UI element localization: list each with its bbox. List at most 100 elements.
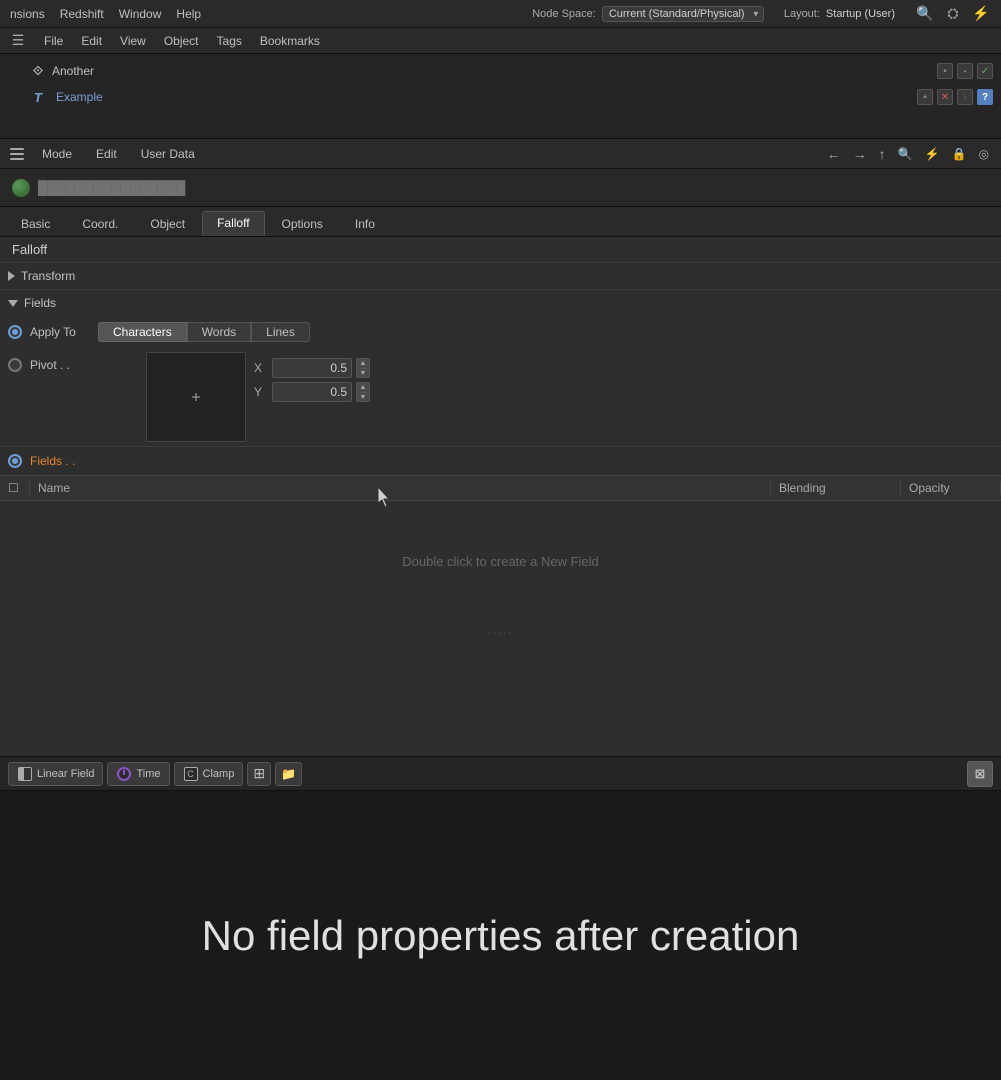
node-space-select[interactable]: Current (Standard/Physical) [602,6,764,22]
tab-basic[interactable]: Basic [6,212,65,236]
edit-label[interactable]: Edit [88,145,125,163]
layout-label: Layout: [784,8,820,20]
fields-list-radio[interactable] [8,454,22,468]
checkbox-icon-example: ▪ [923,92,927,103]
pivot-cross-v [196,393,197,401]
menu-redshift[interactable]: Redshift [60,7,104,21]
filter-icon2[interactable]: ⚡ [921,145,944,163]
x-input[interactable] [272,358,352,378]
checkbox-icon: ▪ [943,66,947,77]
spline-icon: ⟐ [30,63,46,79]
search-icon2[interactable]: 🔍 [894,145,917,163]
y-down-button[interactable]: ▼ [356,392,370,402]
empty-message: Double click to create a New Field [402,554,599,569]
menu-help[interactable]: Help [176,7,201,21]
tab-coord[interactable]: Coord. [67,212,133,236]
fields-table-header: ☐ Name Blending Opacity [0,475,1001,501]
add-field-icon: ⊞ [253,765,265,782]
menu-nsions[interactable]: nsions [10,7,45,21]
folder-button[interactable]: 📁 [275,762,302,786]
x-down-button[interactable]: ▼ [356,368,370,378]
checkbox-example[interactable]: ▪ [917,89,933,105]
menu-file[interactable]: File [36,32,71,50]
menu-bar: ☰ File Edit View Object Tags Bookmarks [0,28,1001,54]
col-opacity: Opacity [901,481,1001,495]
lock-icon[interactable]: 🔒 [948,145,971,163]
bottom-area: No field properties after creation [0,790,1001,1080]
search-icon[interactable]: 🔍 [915,4,935,24]
object-indicator [12,179,30,197]
apply-lines-button[interactable]: Lines [251,322,310,342]
x-label: X [254,361,268,375]
linear-field-button[interactable]: Linear Field [8,762,103,786]
menu-window[interactable]: Window [119,7,162,21]
object-row-another[interactable]: ⟐ Another ▪ • ✓ [0,58,1001,84]
mode-menu-button[interactable] [8,146,26,162]
dot-another[interactable]: • [957,63,973,79]
object-name-another: Another [52,64,931,78]
apply-to-row: Apply To Characters Words Lines [0,316,1001,348]
question-example[interactable]: ? [977,89,993,105]
clamp-label: Clamp [203,768,235,780]
mode-label[interactable]: Mode [34,145,80,163]
back-icon[interactable]: ← [823,144,845,164]
bookmark-icon[interactable]: ⛭ [943,4,963,24]
pivot-label: Pivot . . [30,358,70,372]
filter-icon[interactable]: ⚡ [971,4,991,24]
time-button[interactable]: Time [107,762,169,786]
tabs-bar: Basic Coord. Object Falloff Options Info [0,207,1001,237]
dot2-example[interactable]: ⋮ [957,89,973,105]
object-name-bar: ████████████████ [0,169,1001,207]
object-controls-another: ▪ • ✓ [937,63,993,79]
right-toolbar-button[interactable]: ⊠ [967,761,993,787]
apply-words-button[interactable]: Words [187,322,251,342]
menu-tags[interactable]: Tags [209,32,250,50]
fields-row[interactable]: Fields [0,290,1001,316]
hamburger-line [10,148,24,150]
fields-dots: ..... [0,621,1001,641]
menu-view[interactable]: View [112,32,154,50]
bottom-toolbar: Linear Field Time C Clamp ⊞ 📁 ⊠ [0,756,1001,790]
tab-object[interactable]: Object [135,212,200,236]
transform-label: Transform [21,269,75,283]
props-content: Falloff Transform Fields Apply To Charac… [0,237,1001,756]
menu-edit[interactable]: Edit [73,32,110,50]
pivot-left: Pivot . . [8,352,138,372]
y-input[interactable] [272,382,352,402]
menu-bookmarks[interactable]: Bookmarks [252,32,328,50]
fields-list-header[interactable]: Fields . . [0,447,1001,475]
pivot-coords: X ▲ ▼ Y ▲ ▼ [254,352,370,402]
fields-empty-area[interactable]: Double click to create a New Field [0,501,1001,621]
apply-characters-button[interactable]: Characters [98,322,187,342]
big-caption: No field properties after creation [202,912,800,960]
falloff-section-title: Falloff [0,237,1001,262]
linear-field-label: Linear Field [37,768,94,780]
x-spinners: ▲ ▼ [356,358,370,378]
user-data-label[interactable]: User Data [133,145,203,163]
apply-to-radio[interactable] [8,325,22,339]
top-bar: nsions Redshift Window Help Node Space: … [0,0,1001,28]
x-up-button[interactable]: ▲ [356,358,370,368]
node-space-dropdown-wrap[interactable]: Current (Standard/Physical) [602,6,764,22]
tab-falloff[interactable]: Falloff [202,211,264,236]
tab-info[interactable]: Info [340,212,390,236]
check-another[interactable]: ✓ [977,63,993,79]
menu-object[interactable]: Object [156,32,207,50]
forward-icon[interactable]: → [849,144,871,164]
tab-options[interactable]: Options [267,212,338,236]
x-example[interactable]: ✕ [937,89,953,105]
pivot-visual[interactable] [146,352,246,442]
object-row-example[interactable]: T Example ▪ ✕ ⋮ ? [0,84,1001,110]
pin-icon[interactable]: ◎ [975,145,993,163]
y-up-button[interactable]: ▲ [356,382,370,392]
col-check: ☐ [0,481,30,495]
pivot-radio[interactable] [8,358,22,372]
dot-icon: • [964,67,967,76]
hamburger-menu-icon[interactable]: ☰ [8,31,28,51]
checkbox-another[interactable]: ▪ [937,63,953,79]
clamp-button[interactable]: C Clamp [174,762,244,786]
fields-expand-icon [8,300,18,307]
transform-row[interactable]: Transform [0,263,1001,289]
up-icon[interactable]: ↑ [875,144,890,164]
add-field-button[interactable]: ⊞ [247,762,271,786]
